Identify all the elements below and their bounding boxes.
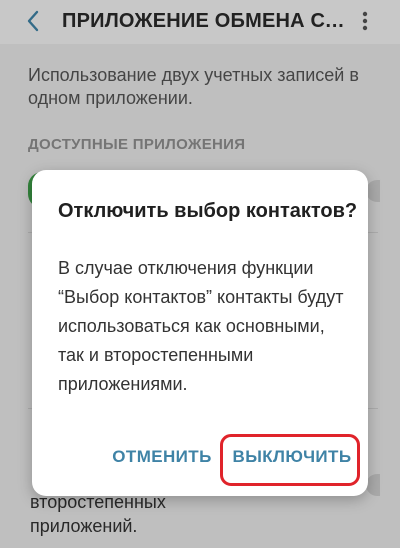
dialog-title: Отключить выбор контактов? [58, 200, 358, 222]
dialog-message: В случае отключения функции “Выбор конта… [58, 258, 344, 394]
cancel-button[interactable]: ОТМЕНИТЬ [106, 440, 218, 474]
disable-button[interactable]: ВЫКЛЮЧИТЬ [228, 440, 356, 474]
confirm-dialog: Отключить выбор контактов? В случае откл… [32, 170, 368, 496]
